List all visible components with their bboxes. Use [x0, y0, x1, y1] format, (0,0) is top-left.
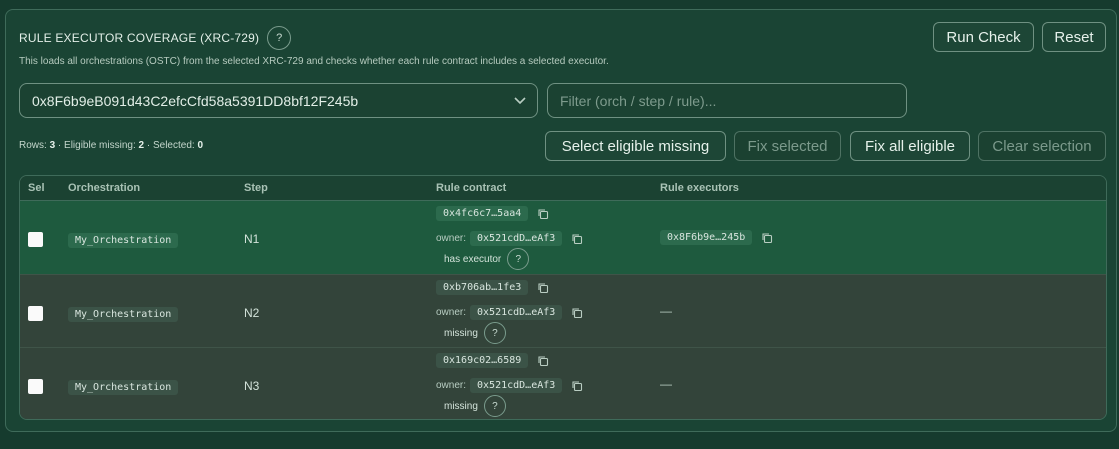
contract-owner: owner: 0x521cdD…eAf3: [436, 378, 583, 393]
panel-title: RULE EXECUTOR COVERAGE (XRC-729): [19, 31, 260, 45]
executor-address-value: 0x8F6b9eB091d43C2efcCfd58a5391DD8bf12F24…: [32, 92, 359, 109]
column-header-rule-executors: Rule executors: [660, 182, 739, 194]
copy-icon[interactable]: [571, 233, 583, 245]
contract-address-chip: 0xb706ab…1fe3: [436, 280, 529, 295]
orchestration-chip: My_Orchestration: [68, 380, 179, 395]
row-select-checkbox[interactable]: [28, 306, 43, 321]
copy-icon[interactable]: [537, 282, 549, 294]
run-check-button[interactable]: Run Check: [933, 22, 1034, 52]
owner-label: owner:: [436, 380, 467, 391]
step-label: N1: [244, 232, 260, 246]
table-header: Sel Orchestration Step Rule contract Rul…: [20, 176, 1106, 201]
contract-address-chip: 0x4fc6c7…5aa4: [436, 206, 529, 221]
panel-subtitle: This loads all orchestrations (OSTC) fro…: [19, 56, 609, 67]
column-header-orchestration: Orchestration: [68, 182, 141, 194]
executor-status: missing ?: [444, 322, 506, 344]
column-header-sel: Sel: [28, 182, 45, 194]
coverage-table: Sel Orchestration Step Rule contract Rul…: [19, 175, 1107, 420]
eligible-label: · Eligible missing:: [57, 140, 136, 151]
executor-status: missing ?: [444, 395, 506, 417]
help-icon[interactable]: ?: [483, 322, 506, 344]
owner-label: owner:: [436, 307, 467, 318]
table-row: My_Orchestration N1 0x4fc6c7…5aa4 owner:…: [20, 201, 1106, 274]
status-label: missing: [444, 327, 478, 339]
step-label: N2: [244, 306, 260, 320]
help-icon[interactable]: ?: [267, 26, 292, 50]
rule-executor-coverage-panel: RULE EXECUTOR COVERAGE (XRC-729) ? This …: [5, 9, 1117, 432]
owner-address-chip: 0x521cdD…eAf3: [470, 378, 563, 393]
owner-address-chip: 0x521cdD…eAf3: [470, 231, 563, 246]
clear-selection-button[interactable]: Clear selection: [978, 131, 1106, 161]
owner-label: owner:: [436, 233, 467, 244]
fix-selected-button[interactable]: Fix selected: [734, 131, 841, 161]
rows-label: Rows:: [19, 140, 47, 151]
orchestration-chip: My_Orchestration: [68, 233, 179, 248]
table-row: My_Orchestration N3 0x169c02…6589 owner:…: [20, 347, 1106, 419]
select-eligible-missing-button[interactable]: Select eligible missing: [545, 131, 726, 161]
fix-all-eligible-button[interactable]: Fix all eligible: [850, 131, 970, 161]
contract-owner: owner: 0x521cdD…eAf3: [436, 231, 583, 246]
column-header-rule-contract: Rule contract: [436, 182, 507, 194]
executor-status: has executor ?: [444, 248, 530, 270]
executor-address-select[interactable]: 0x8F6b9eB091d43C2efcCfd58a5391DD8bf12F24…: [19, 83, 538, 118]
chevron-down-icon: [514, 97, 526, 105]
table-row: My_Orchestration N2 0xb706ab…1fe3 owner:…: [20, 274, 1106, 347]
copy-icon[interactable]: [537, 355, 549, 367]
status-label: has executor: [444, 253, 502, 265]
help-icon[interactable]: ?: [483, 395, 506, 417]
row-select-checkbox[interactable]: [28, 379, 43, 394]
copy-icon[interactable]: [571, 380, 583, 392]
rule-contract: 0x169c02…6589: [436, 353, 549, 368]
row-select-checkbox[interactable]: [28, 232, 43, 247]
help-icon[interactable]: ?: [507, 248, 530, 270]
executor-address-chip: 0x8F6b9e…245b: [660, 230, 753, 245]
eligible-count: 2: [138, 140, 145, 151]
status-label: missing: [444, 400, 478, 412]
rule-executors-empty: —: [660, 304, 672, 318]
selected-count: 0: [197, 140, 204, 151]
selected-label: · Selected:: [146, 140, 195, 151]
copy-icon[interactable]: [537, 208, 549, 220]
orchestration-chip: My_Orchestration: [68, 307, 179, 322]
contract-owner: owner: 0x521cdD…eAf3: [436, 305, 583, 320]
reset-button[interactable]: Reset: [1042, 22, 1106, 52]
contract-address-chip: 0x169c02…6589: [436, 353, 529, 368]
stats-summary: Rows: 3 · Eligible missing: 2 · Selected…: [19, 140, 203, 151]
copy-icon[interactable]: [571, 307, 583, 319]
rule-contract: 0x4fc6c7…5aa4: [436, 206, 549, 221]
copy-icon[interactable]: [761, 232, 773, 244]
rule-executors: 0x8F6b9e…245b: [660, 230, 773, 245]
title-row: RULE EXECUTOR COVERAGE (XRC-729) ?: [19, 26, 292, 50]
step-label: N3: [244, 379, 260, 393]
rule-executors-empty: —: [660, 377, 672, 391]
rows-count: 3: [49, 140, 56, 151]
filter-input[interactable]: [547, 83, 907, 118]
rule-contract: 0xb706ab…1fe3: [436, 280, 549, 295]
column-header-step: Step: [244, 182, 268, 194]
owner-address-chip: 0x521cdD…eAf3: [470, 305, 563, 320]
